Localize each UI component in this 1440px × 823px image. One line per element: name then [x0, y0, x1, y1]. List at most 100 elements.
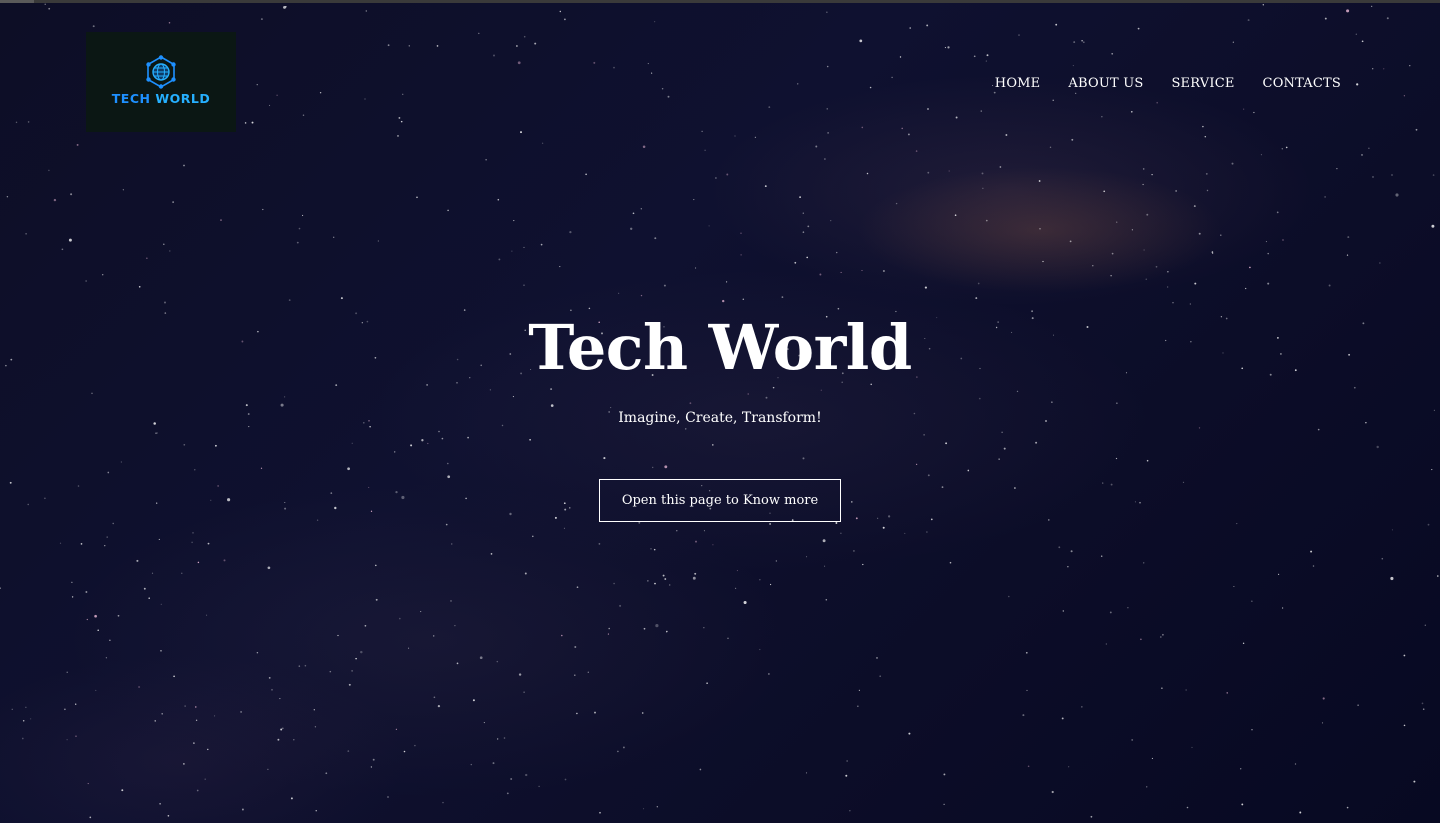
star	[975, 297, 978, 300]
star	[192, 532, 194, 534]
star	[869, 86, 872, 89]
star	[564, 18, 566, 21]
star	[478, 32, 480, 35]
star	[650, 548, 652, 550]
star	[154, 720, 156, 722]
star	[206, 614, 208, 616]
star	[1198, 232, 1201, 235]
star	[11, 708, 13, 710]
star	[223, 559, 226, 562]
star	[825, 598, 828, 601]
star	[1070, 550, 1073, 553]
know-more-button[interactable]: Open this page to Know more	[599, 479, 841, 522]
logo-text-tech: TECH	[111, 90, 156, 106]
star	[164, 301, 166, 304]
star	[492, 762, 495, 765]
star	[1001, 431, 1003, 433]
star	[768, 673, 770, 675]
star	[1294, 763, 1297, 765]
star	[862, 563, 864, 566]
star	[796, 83, 799, 85]
star	[861, 269, 863, 272]
star	[283, 5, 286, 9]
star	[1193, 205, 1196, 208]
star	[516, 45, 518, 47]
star	[830, 219, 832, 222]
star	[664, 578, 667, 580]
star	[244, 122, 247, 124]
star	[53, 198, 57, 202]
star	[497, 198, 500, 201]
star	[999, 166, 1002, 168]
star	[151, 572, 154, 574]
star	[662, 574, 665, 577]
star	[1241, 803, 1244, 806]
nav-item-service[interactable]: SERVICE	[1171, 76, 1234, 92]
star	[1391, 174, 1393, 176]
star	[930, 518, 933, 521]
star	[666, 631, 668, 633]
star	[641, 712, 644, 714]
nav-item-contacts[interactable]: CONTACTS	[1263, 76, 1341, 92]
star	[1368, 147, 1370, 149]
star	[618, 292, 620, 294]
star	[1390, 576, 1394, 581]
star	[315, 810, 317, 812]
star	[802, 457, 805, 460]
star	[540, 243, 543, 246]
star	[281, 727, 284, 730]
star	[685, 428, 687, 430]
star	[66, 739, 68, 741]
star	[1324, 17, 1327, 20]
star	[92, 25, 95, 28]
star	[493, 54, 495, 57]
star	[262, 208, 264, 211]
star	[1008, 595, 1010, 598]
star	[851, 501, 853, 503]
star	[1232, 41, 1234, 43]
star	[6, 195, 9, 198]
star	[607, 633, 609, 635]
star	[276, 94, 278, 97]
star	[1055, 23, 1058, 26]
star	[347, 750, 350, 752]
star	[136, 559, 139, 562]
star	[1090, 815, 1093, 818]
star	[1161, 687, 1163, 689]
star	[706, 682, 708, 685]
star	[1260, 154, 1262, 156]
star	[517, 61, 521, 65]
star	[576, 586, 579, 589]
star	[1285, 146, 1288, 149]
star	[901, 127, 903, 130]
nav-item-home[interactable]: HOME	[995, 76, 1041, 92]
hero-section: Tech World Imagine, Create, Transform!	[0, 308, 1440, 428]
star	[1081, 40, 1083, 42]
nav-item-about-us[interactable]: ABOUT US	[1068, 76, 1143, 92]
logo-link[interactable]: TECH WORLD	[86, 32, 236, 132]
star	[518, 673, 522, 676]
star	[703, 530, 705, 532]
star	[909, 27, 911, 29]
star	[826, 65, 829, 68]
star	[1346, 9, 1350, 13]
star	[364, 98, 366, 100]
star	[416, 196, 418, 199]
logo-text-world: WORLD	[155, 90, 211, 106]
star	[559, 266, 561, 268]
star	[319, 92, 322, 94]
star	[368, 486, 370, 488]
star	[94, 614, 97, 618]
star	[184, 705, 186, 707]
star	[106, 536, 108, 538]
star	[1421, 702, 1424, 705]
star	[472, 699, 475, 702]
star	[183, 763, 185, 765]
star	[617, 750, 619, 753]
star	[456, 662, 459, 665]
star	[1437, 575, 1439, 577]
star	[104, 545, 106, 547]
star	[1142, 562, 1145, 564]
star	[1167, 286, 1169, 288]
star	[775, 560, 777, 562]
